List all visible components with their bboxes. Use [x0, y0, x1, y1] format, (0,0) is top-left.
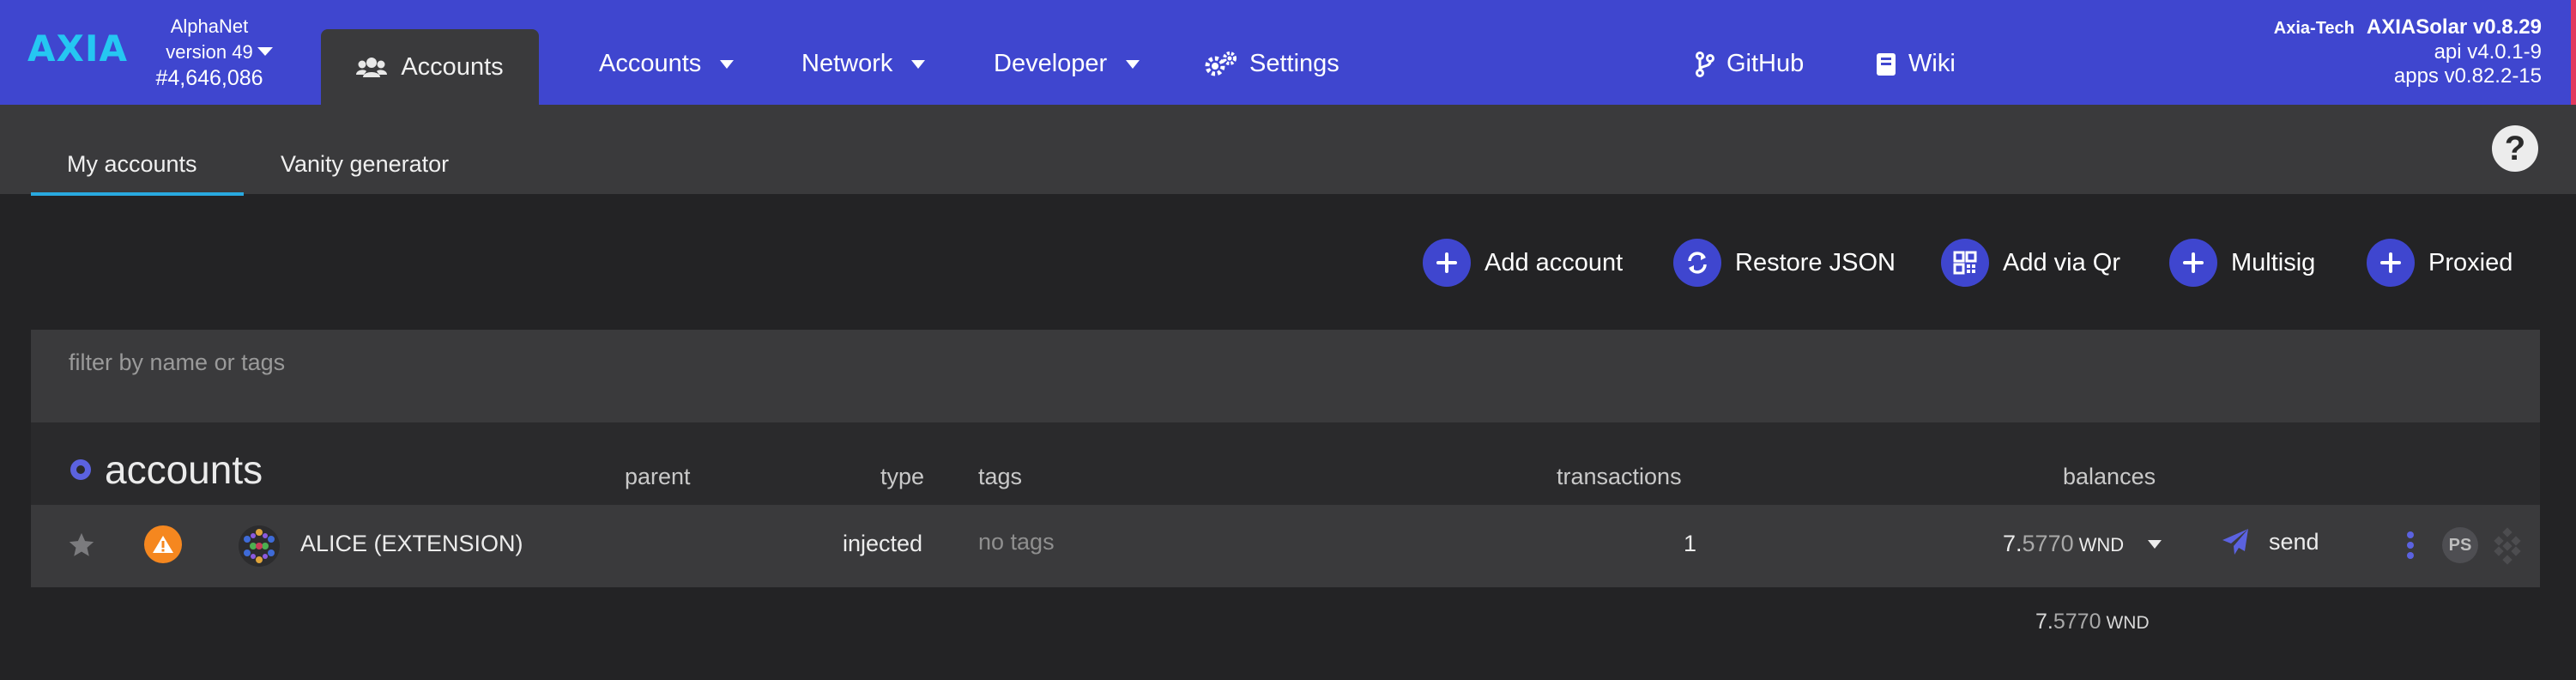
chevron-down-icon — [720, 59, 735, 69]
active-tab-accounts[interactable]: Accounts — [321, 29, 539, 105]
total-decimal: 5770 — [2053, 610, 2101, 634]
paper-plane-icon — [2222, 529, 2248, 555]
api-version: api v4.0.1-9 — [2434, 40, 2542, 64]
plus-icon — [2367, 239, 2415, 287]
circle-dot-icon — [70, 459, 91, 480]
balance-integer: 7. — [2003, 531, 2023, 556]
account-balance[interactable]: 7.5770 WND — [2003, 531, 2124, 557]
book-icon — [1877, 52, 1896, 76]
multisig-label: Multisig — [2231, 248, 2316, 276]
total-integer: 7. — [2035, 610, 2053, 634]
multisig-button[interactable]: Multisig — [2169, 239, 2315, 287]
chevron-down-icon — [1126, 59, 1140, 69]
more-vertical-icon[interactable] — [2406, 531, 2415, 560]
code-branch-icon — [1696, 51, 1714, 77]
block-number: #4,646,086 — [155, 66, 263, 90]
header-balances: balances — [2063, 464, 2156, 489]
help-button[interactable]: ? — [2492, 125, 2538, 172]
qrcode-icon — [1941, 239, 1989, 287]
active-tab-label: Accounts — [401, 52, 504, 81]
send-label: send — [2269, 528, 2319, 555]
logo[interactable]: AXIA — [27, 27, 128, 70]
window-edge-strip — [2571, 0, 2576, 105]
star-icon[interactable] — [67, 531, 96, 560]
header-parent: parent — [625, 464, 691, 489]
accounts-heading: accounts — [69, 446, 263, 493]
nav-network-label: Network — [801, 50, 893, 77]
qr-identicon-icon[interactable] — [2488, 527, 2526, 565]
nav-developer[interactable]: Developer — [994, 50, 1140, 78]
identicon-icon[interactable] — [239, 525, 280, 567]
add-via-qr-label: Add via Qr — [2003, 248, 2120, 276]
balance-total: 7.5770 WND — [2035, 610, 2150, 634]
filter-container — [31, 330, 2540, 422]
nav-settings[interactable]: Settings — [1205, 50, 1339, 78]
nav-accounts-label: Accounts — [599, 50, 702, 77]
top-navbar: AXIA AlphaNet version 49 #4,646,086 Acco… — [0, 0, 2576, 105]
table-row: ALICE (EXTENSION) injected no tags 1 7.5… — [31, 505, 2540, 587]
header-transactions: transactions — [1557, 464, 1682, 489]
account-type: injected — [843, 531, 923, 556]
subtab-bar: My accounts Vanity generator — [0, 105, 2576, 194]
accounts-title: accounts — [105, 447, 263, 492]
chain-name: AlphaNet — [170, 15, 249, 37]
account-name[interactable]: ALICE (EXTENSION) — [300, 531, 523, 557]
proxied-label: Proxied — [2428, 248, 2513, 276]
proxy-status-badge: PS — [2442, 527, 2478, 563]
warning-icon — [144, 525, 182, 563]
github-label: GitHub — [1726, 50, 1805, 77]
wiki-link[interactable]: Wiki — [1876, 50, 1956, 78]
plus-icon — [1423, 239, 1471, 287]
account-transactions: 1 — [1684, 531, 1697, 556]
wiki-label: Wiki — [1908, 50, 1956, 77]
plus-icon — [2169, 239, 2217, 287]
nav-network[interactable]: Network — [801, 50, 926, 78]
product-version: AXIASolar v0.8.29 — [2366, 15, 2542, 39]
tab-my-accounts[interactable]: My accounts — [67, 151, 197, 178]
active-tab-indicator — [31, 192, 244, 196]
add-via-qr-button[interactable]: Add via Qr — [1941, 239, 2120, 287]
apps-version: apps v0.82.2-15 — [2393, 64, 2542, 88]
proxied-button[interactable]: Proxied — [2367, 239, 2513, 287]
filter-input[interactable] — [69, 345, 841, 379]
header-tags: tags — [978, 464, 1023, 489]
restore-json-label: Restore JSON — [1735, 248, 1896, 276]
restore-json-button[interactable]: Restore JSON — [1673, 239, 1896, 287]
accounts-table-header: accounts parent type tags transactions b… — [31, 422, 2540, 505]
tab-vanity-generator[interactable]: Vanity generator — [281, 151, 449, 178]
send-button[interactable]: send — [2221, 527, 2319, 556]
users-icon — [356, 58, 388, 77]
account-tags[interactable]: no tags — [978, 529, 1055, 556]
nav-settings-label: Settings — [1249, 50, 1339, 77]
total-unit: WND — [2106, 613, 2150, 633]
balance-unit: WND — [2078, 534, 2125, 556]
team-name: Axia-Tech — [2273, 19, 2355, 38]
add-account-label: Add account — [1485, 248, 1624, 276]
nav-developer-label: Developer — [994, 50, 1108, 77]
header-type: type — [880, 464, 925, 489]
chevron-down-icon — [911, 59, 926, 69]
github-link[interactable]: GitHub — [1696, 50, 1804, 78]
balance-decimal: 5770 — [2022, 531, 2074, 556]
nav-accounts[interactable]: Accounts — [599, 50, 735, 78]
chain-caret-down-icon[interactable] — [257, 47, 273, 56]
add-account-button[interactable]: Add account — [1423, 239, 1623, 287]
chevron-down-icon[interactable] — [2147, 539, 2162, 549]
system-info: Axia-Tech AXIASolar v0.8.29 api v4.0.1-9 … — [2274, 15, 2542, 88]
gears-icon — [1205, 51, 1237, 76]
sync-icon — [1673, 239, 1721, 287]
